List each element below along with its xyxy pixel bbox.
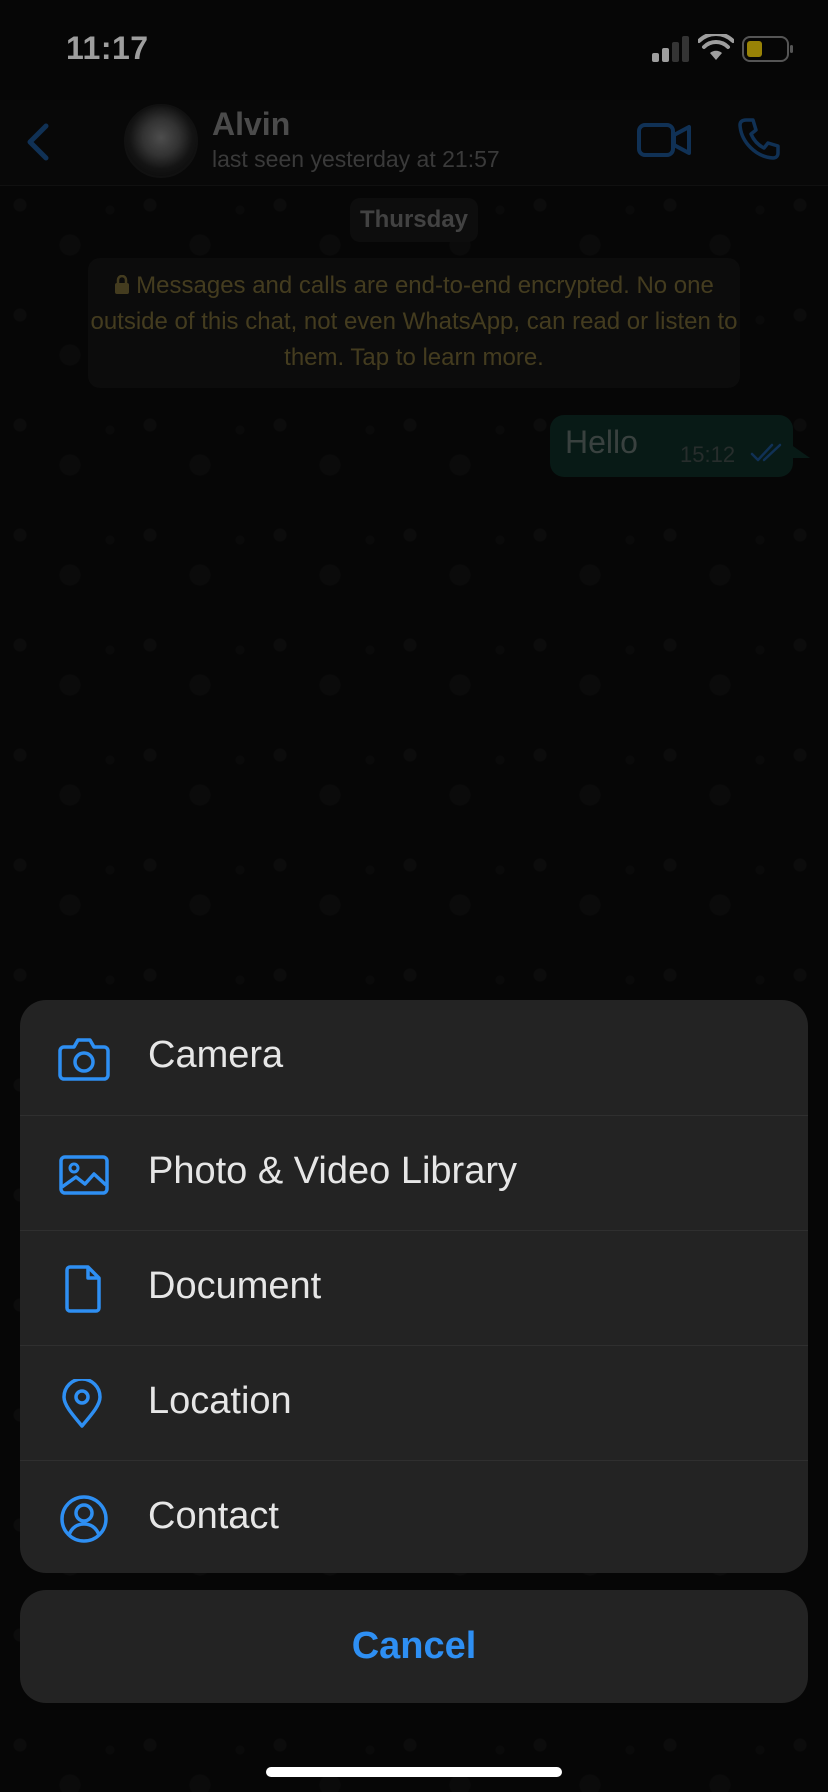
photo-icon [59,1155,109,1195]
sheet-item-camera[interactable]: Camera [20,1000,808,1115]
location-pin-icon [62,1379,102,1428]
home-indicator[interactable] [266,1767,562,1777]
sheet-item-label: Location [148,1380,292,1422]
sheet-item-location[interactable]: Location [20,1345,808,1460]
camera-icon [58,1038,110,1081]
contact-icon [60,1495,108,1543]
screen: 11:17 Alvin last seen yesterday at 21:57 [0,0,828,1792]
cancel-button[interactable]: Cancel [20,1590,808,1703]
sheet-item-label: Photo & Video Library [148,1150,517,1192]
sheet-item-document[interactable]: Document [20,1230,808,1345]
sheet-item-contact[interactable]: Contact [20,1460,808,1573]
attachment-action-sheet: Camera Photo & Video Library Document Lo… [20,1000,808,1573]
sheet-item-label: Camera [148,1034,284,1076]
sheet-item-label: Contact [148,1495,279,1537]
document-icon [65,1265,101,1313]
sheet-item-label: Document [148,1265,322,1307]
sheet-item-photo-video-library[interactable]: Photo & Video Library [20,1115,808,1230]
